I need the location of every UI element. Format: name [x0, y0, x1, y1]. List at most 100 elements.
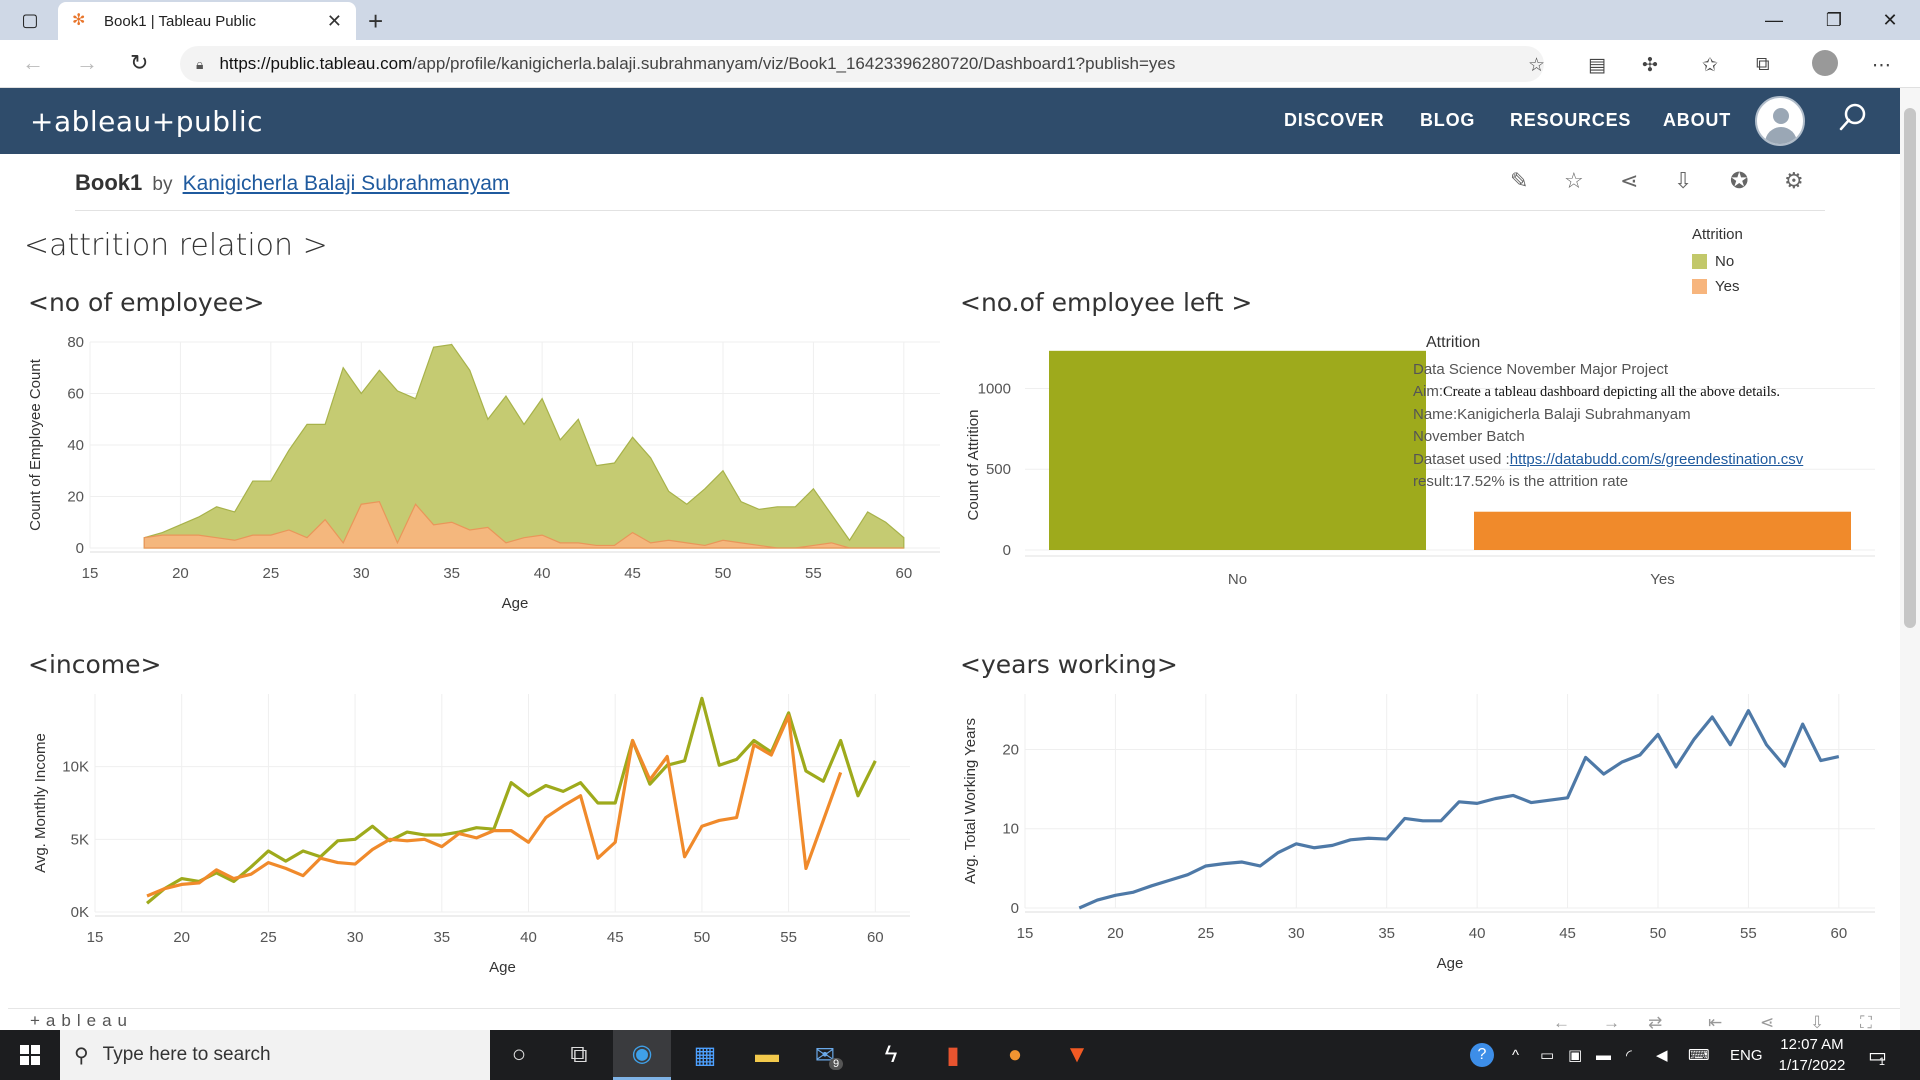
x-tick-label: 35 [443, 565, 460, 582]
mail-icon[interactable]: ✉ 9 [800, 1030, 858, 1080]
metadata-icon[interactable]: ✪ [1730, 168, 1748, 194]
office-icon[interactable]: ▮ [924, 1030, 982, 1080]
x-category-label: Yes [1650, 571, 1674, 588]
new-tab-icon[interactable]: + [368, 6, 383, 37]
info-dataset: Dataset used :https://databudd.com/s/gre… [1413, 449, 1803, 472]
divider [75, 210, 1825, 211]
favorite-star-icon[interactable]: ☆ [1564, 168, 1584, 194]
info-aim: Aim:Create a tableau dashboard depicting… [1413, 381, 1803, 404]
y-tick-label: 10K [62, 759, 89, 776]
scrollbar-thumb[interactable] [1904, 108, 1916, 628]
user-avatar[interactable] [1755, 96, 1805, 146]
file-explorer-icon[interactable]: ▬ [738, 1030, 796, 1080]
tray-device-icon[interactable]: ▣ [1568, 1030, 1582, 1080]
nav-discover[interactable]: DISCOVER [1284, 110, 1384, 131]
battery-icon[interactable]: ▬ [1596, 1030, 1611, 1080]
more-options-icon[interactable]: ⋯ [1872, 54, 1891, 77]
legend-item-no[interactable]: No [1692, 249, 1743, 274]
chart-no-of-employee[interactable]: 0 20 40 60 80 15 20 25 30 35 40 45 50 55 60 Age Count of… [0, 320, 950, 630]
back-icon[interactable]: ← [22, 50, 44, 76]
brave-icon[interactable]: ▼ [1048, 1030, 1106, 1080]
notification-count: 1 [1878, 1056, 1886, 1068]
x-tick-label: 55 [1740, 925, 1757, 942]
nav-blog[interactable]: BLOG [1420, 110, 1475, 131]
download-icon[interactable]: ⇩ [1674, 168, 1692, 194]
firefox-icon[interactable]: ● [986, 1030, 1044, 1080]
x-tick-label: 20 [172, 565, 189, 582]
sheet-title-income: <income> [28, 650, 162, 679]
income-chart-svg[interactable]: 0K 5K 10K 15 20 25 30 35 40 45 50 55 60 Age Avg. Month… [0, 682, 950, 1000]
collections-tab-icon[interactable]: ⧉ [1756, 54, 1770, 76]
volume-icon[interactable]: ◀ [1656, 1030, 1668, 1080]
keyboard-icon[interactable]: ⌨ [1688, 1030, 1710, 1080]
tray-app-icon[interactable]: ▭ [1540, 1030, 1554, 1080]
taskbar-search[interactable]: ⚲ Type here to search [60, 1030, 490, 1080]
minimize-icon[interactable]: — [1744, 0, 1804, 40]
author-link[interactable]: Kanigicherla Balaji Subrahmanyam [183, 172, 510, 195]
profile-icon[interactable] [1812, 50, 1838, 76]
y-tick-label: 0 [76, 540, 84, 557]
windows-start-icon[interactable] [0, 1030, 60, 1080]
x-tick-label: 55 [780, 929, 797, 946]
tableau-public-logo[interactable]: +ableau+public [30, 105, 263, 138]
search-magnifier-icon: ⚲ [74, 1044, 89, 1067]
browser-tab[interactable]: ✻ Book1 | Tableau Public ✕ [58, 2, 356, 40]
task-view-icon[interactable]: ⧉ [550, 1030, 608, 1080]
notifications-icon[interactable]: ▭ 1 [1868, 1030, 1887, 1080]
x-tick-label: 55 [805, 565, 822, 582]
legend-item-yes[interactable]: Yes [1692, 274, 1743, 299]
favorites-icon[interactable]: ✩ [1702, 54, 1718, 77]
x-tick-label: 20 [173, 929, 190, 946]
legend-swatch-no [1692, 254, 1707, 269]
area-chart-svg[interactable]: 0 20 40 60 80 15 20 25 30 35 40 45 50 55 60 Age Count of… [0, 320, 950, 630]
help-icon[interactable]: ? [1470, 1030, 1494, 1080]
tableau-public-header: +ableau+public DISCOVER BLOG RESOURCES A… [0, 88, 1920, 154]
maximize-icon[interactable]: ❐ [1804, 0, 1864, 40]
info-aim-label: Aim: [1413, 383, 1443, 400]
collections-icon[interactable]: ▤ [1588, 54, 1606, 77]
wifi-icon[interactable]: ◜ [1626, 1030, 1632, 1080]
x-axis-title: Age [502, 595, 529, 612]
tray-chevron-icon[interactable]: ^ [1512, 1030, 1519, 1080]
legend-title: Attrition [1692, 226, 1743, 243]
tableau-footer-logo[interactable]: +ableau [30, 1011, 133, 1031]
edge-browser-icon[interactable]: ◉ [613, 1030, 671, 1080]
language-indicator[interactable]: ENG [1730, 1030, 1763, 1080]
forward-icon[interactable]: → [76, 50, 98, 76]
refresh-icon[interactable]: ↻ [130, 50, 148, 76]
settings-gear-icon[interactable]: ⚙ [1784, 168, 1804, 194]
attrition-legend: Attrition No Yes [1692, 226, 1743, 299]
x-tick-label: 30 [1288, 925, 1305, 942]
system-clock[interactable]: 12:07 AM 1/17/2022 [1764, 1034, 1860, 1076]
edit-icon[interactable]: ✎ [1510, 168, 1528, 194]
extensions-icon[interactable]: ✣ [1642, 54, 1658, 77]
legend-label-no: No [1715, 253, 1735, 270]
search-icon[interactable] [1838, 102, 1868, 132]
chart-income[interactable]: 0K 5K 10K 15 20 25 30 35 40 45 50 55 60 Age Avg. Month… [0, 682, 950, 1000]
years-chart-svg[interactable]: 0 10 20 15 20 25 30 35 40 45 50 55 60 Age Avg. Total W… [960, 682, 1880, 1000]
chart-years-working[interactable]: 0 10 20 15 20 25 30 35 40 45 50 55 60 Age Avg. Total W… [960, 682, 1880, 1000]
viz-title: Book1 by Kanigicherla Balaji Subrahmanya… [75, 170, 509, 196]
y-axis-title: Count of Employee Count [27, 358, 44, 531]
x-tick-label: 40 [520, 929, 537, 946]
close-tab-icon[interactable]: ✕ [327, 11, 342, 32]
close-window-icon[interactable]: ✕ [1860, 0, 1920, 40]
dataset-link[interactable]: https://databudd.com/s/greendestination.… [1510, 451, 1804, 468]
info-project: Data Science November Major Project [1413, 360, 1669, 378]
bolt-app-icon[interactable]: ϟ [862, 1030, 920, 1080]
tab-title: Book1 | Tableau Public [104, 12, 257, 30]
nav-resources[interactable]: RESOURCES [1510, 110, 1631, 131]
cortana-icon[interactable]: ○ [490, 1030, 548, 1080]
share-icon[interactable]: ⋖ [1620, 168, 1638, 194]
tableau-favicon-icon: ✻ [72, 12, 86, 29]
x-tick-label: 50 [694, 929, 711, 946]
y-tick-label: 500 [986, 461, 1011, 478]
add-favorite-icon[interactable]: ☆ [1528, 54, 1545, 77]
x-tick-label: 25 [263, 565, 280, 582]
nav-about[interactable]: ABOUT [1663, 110, 1731, 131]
store-icon[interactable]: ▦ [676, 1030, 734, 1080]
url-field[interactable]: 🔒︎ https://public.tableau.com/app/profil… [180, 46, 1544, 82]
y-tick-label: 5K [71, 831, 89, 848]
tab-actions-icon[interactable]: ▢ [0, 0, 60, 40]
info-title: Attrition [1426, 334, 1481, 351]
